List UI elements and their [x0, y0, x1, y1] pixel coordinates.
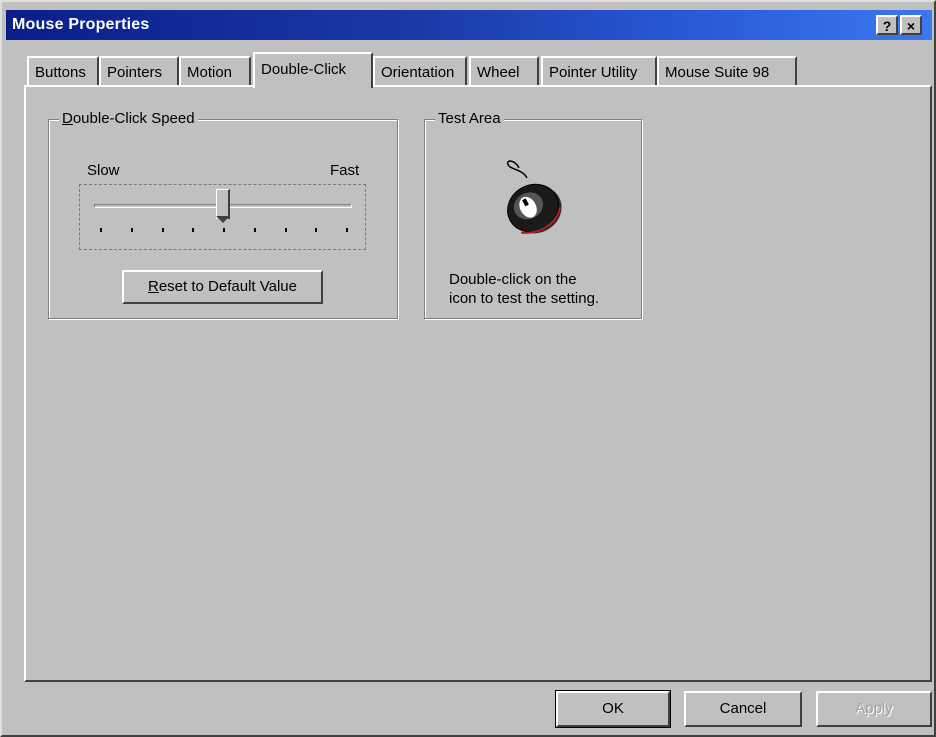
reset-mnemonic: R	[148, 278, 159, 295]
slider-tick	[192, 228, 195, 232]
tab-pointers[interactable]: Pointers	[99, 56, 179, 86]
speed-slider[interactable]	[79, 184, 366, 250]
slider-tick	[346, 228, 348, 232]
tab-buttons[interactable]: Buttons	[27, 56, 99, 86]
tab-double-click[interactable]: Double-Click	[253, 52, 373, 88]
title-text: ouble-Click Speed	[72, 110, 195, 127]
tab-pointer-utility[interactable]: Pointer Utility	[541, 56, 657, 86]
test-area-group: Test Area Double-click on the icon to te…	[424, 110, 642, 319]
tab-label: Double-Click	[261, 61, 347, 78]
tab-mouse-suite-98[interactable]: Mouse Suite 98	[657, 56, 797, 86]
double-click-speed-title: Double-Click Speed	[59, 110, 198, 127]
fast-label: Fast	[330, 162, 360, 179]
tab-label: Mouse Suite 98	[665, 64, 770, 81]
title-mnemonic: D	[62, 110, 73, 127]
tab-label: Buttons	[35, 64, 86, 81]
mouse-properties-window: Mouse Properties ? × Buttons Pointers Mo…	[0, 0, 936, 737]
tab-label: Motion	[187, 64, 233, 81]
reset-default-button[interactable]: Reset to Default Value	[122, 270, 323, 304]
slider-tick	[223, 228, 225, 232]
apply-button[interactable]: Apply	[816, 691, 932, 727]
tab-orientation[interactable]: Orientation	[373, 56, 467, 86]
tab-wheel[interactable]: Wheel	[469, 56, 539, 86]
slider-tick	[130, 228, 133, 232]
help-button[interactable]: ?	[876, 15, 898, 35]
slider-tick	[315, 228, 318, 232]
test-instructions-line2: icon to test the setting.	[449, 290, 600, 307]
window-title: Mouse Properties	[12, 16, 150, 33]
tab-motion[interactable]: Motion	[179, 56, 251, 86]
slider-tick	[100, 228, 102, 232]
mouse-icon[interactable]	[489, 158, 569, 244]
reset-label: eset to Default Value	[158, 278, 297, 295]
tab-panel: Double-Click Speed Slow Fast Reset to De…	[24, 85, 932, 682]
cancel-button[interactable]: Cancel	[684, 691, 802, 727]
double-click-speed-group: Double-Click Speed Slow Fast Reset to De…	[48, 110, 398, 319]
tab-label: Orientation	[381, 64, 455, 81]
slider-tick	[253, 228, 256, 232]
apply-label: Apply	[855, 700, 893, 717]
tab-label: Pointer Utility	[549, 64, 638, 81]
tab-label: Pointers	[107, 64, 163, 81]
title-bar[interactable]: Mouse Properties ? ×	[6, 10, 932, 40]
slider-tick	[161, 228, 164, 232]
slider-thumb[interactable]	[216, 189, 230, 223]
tab-label: Wheel	[477, 64, 520, 81]
test-instructions-line1: Double-click on the	[449, 271, 577, 288]
slow-label: Slow	[87, 162, 120, 179]
ok-button[interactable]: OK	[555, 690, 671, 728]
close-button[interactable]: ×	[900, 15, 922, 35]
test-area-title: Test Area	[435, 110, 504, 127]
slider-tick	[284, 228, 287, 232]
